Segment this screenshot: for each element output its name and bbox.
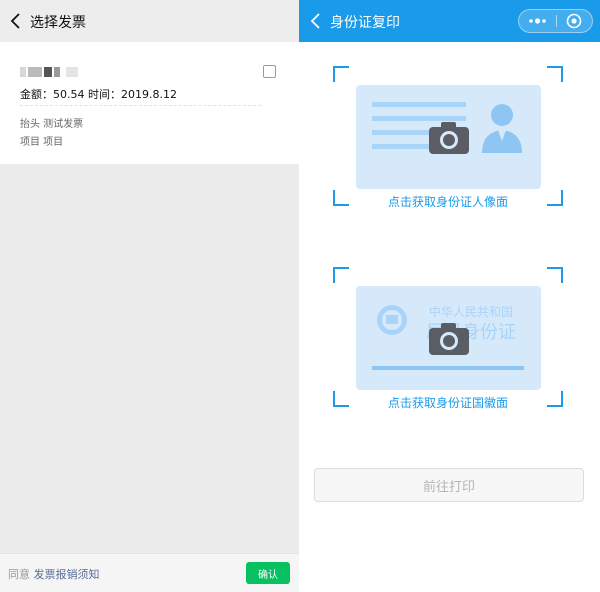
back-arrow-icon[interactable]: [308, 11, 326, 31]
go-print-button[interactable]: 前往打印: [314, 468, 584, 502]
confirm-button[interactable]: 确认: [246, 562, 290, 584]
left-nav-bar: 选择发票: [0, 0, 299, 43]
agree-prefix: 同意: [8, 568, 34, 581]
page-title: 选择发票: [30, 15, 86, 31]
frame-corner: [333, 66, 349, 82]
card-text-line1: 中华人民共和国: [429, 304, 513, 319]
invoice-item: 项目 项目: [20, 137, 64, 148]
id-copy-panel: 身份证复印 点击获取身份证人像面 中华人民共和国 居民身份证 点击获取身份证国徽…: [299, 0, 600, 591]
divider: [20, 105, 261, 106]
frame-corner: [547, 66, 563, 82]
frame-corner: [547, 267, 563, 283]
id-back-illustration: 中华人民共和国 居民身份证: [356, 286, 541, 390]
invoice-header: 抬头 测试发票: [20, 119, 84, 130]
invoice-card[interactable]: 金额：50.54 时间：2019.8.12 抬头 测试发票 项目 项目: [0, 42, 299, 164]
capture-back-label: 点击获取身份证国徽面: [387, 396, 508, 410]
invoice-select-panel: 选择发票 金额：50.54 时间：2019.8.12 抬头 测试发票 项目 项目…: [0, 0, 299, 592]
more-dots-icon[interactable]: [519, 10, 556, 32]
back-arrow-icon[interactable]: [8, 11, 26, 31]
frame-corner: [333, 267, 349, 283]
id-front-illustration: [356, 85, 541, 189]
national-emblem-icon: [377, 305, 407, 335]
mini-program-close-icon[interactable]: [557, 10, 593, 32]
right-nav-bar: 身份证复印: [299, 0, 600, 42]
id-back-capture[interactable]: 中华人民共和国 居民身份证 点击获取身份证国徽面: [333, 267, 563, 410]
id-front-capture[interactable]: 点击获取身份证人像面: [333, 66, 563, 209]
invoice-notice-link[interactable]: 发票报销须知: [34, 568, 100, 581]
left-footer-bar: 同意 发票报销须知 确认: [0, 553, 299, 592]
capture-front-label: 点击获取身份证人像面: [387, 195, 508, 209]
page-title: 身份证复印: [330, 15, 400, 31]
redacted-invoice-name: [20, 67, 78, 77]
mini-program-capsule: [518, 9, 593, 33]
invoice-amount-time: 金额：50.54 时间：2019.8.12: [20, 88, 177, 101]
agree-text: 同意 发票报销须知: [8, 566, 100, 582]
invoice-checkbox[interactable]: [263, 65, 276, 78]
